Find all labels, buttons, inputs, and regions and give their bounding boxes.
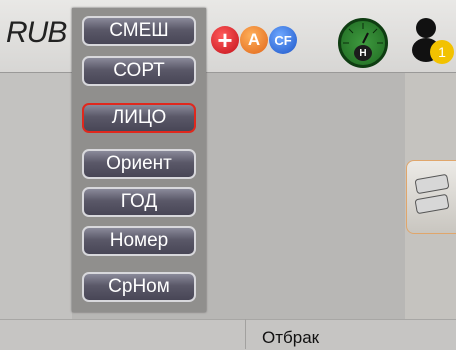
menu-item-nomer[interactable]: Номер: [82, 226, 196, 256]
menu-item-orient[interactable]: Ориент: [82, 149, 196, 179]
gauge-icon[interactable]: H: [338, 18, 388, 68]
user-badge: 1: [438, 44, 446, 60]
bottom-bar: [0, 319, 456, 350]
menu-item-smesh[interactable]: СМЕШ: [82, 16, 196, 46]
menu-item-srnom[interactable]: СрНом: [82, 272, 196, 302]
plus-icon-glyph: +: [217, 25, 233, 55]
bottom-divider: [245, 319, 246, 349]
banknotes-icon: [415, 174, 449, 214]
status-text: Отбрак: [262, 328, 320, 347]
user-icon[interactable]: 1: [410, 10, 456, 68]
cf-icon[interactable]: CF: [269, 26, 297, 54]
a-icon[interactable]: A: [240, 26, 268, 54]
menu-item-litso[interactable]: ЛИЦО: [82, 103, 196, 133]
gauge-label: H: [354, 45, 372, 61]
a-icon-glyph: A: [247, 30, 261, 49]
left-panel: [0, 73, 72, 319]
plus-icon[interactable]: +: [211, 26, 239, 54]
currency-label: RUB: [6, 16, 67, 49]
banknotes-button[interactable]: [406, 160, 456, 234]
cf-icon-glyph: CF: [274, 32, 292, 48]
menu-item-sort[interactable]: СОРТ: [82, 56, 196, 86]
sort-mode-menu: СМЕШ СОРТ ЛИЦО Ориент ГОД Номер СрНом: [72, 8, 206, 312]
menu-item-god[interactable]: ГОД: [82, 187, 196, 217]
